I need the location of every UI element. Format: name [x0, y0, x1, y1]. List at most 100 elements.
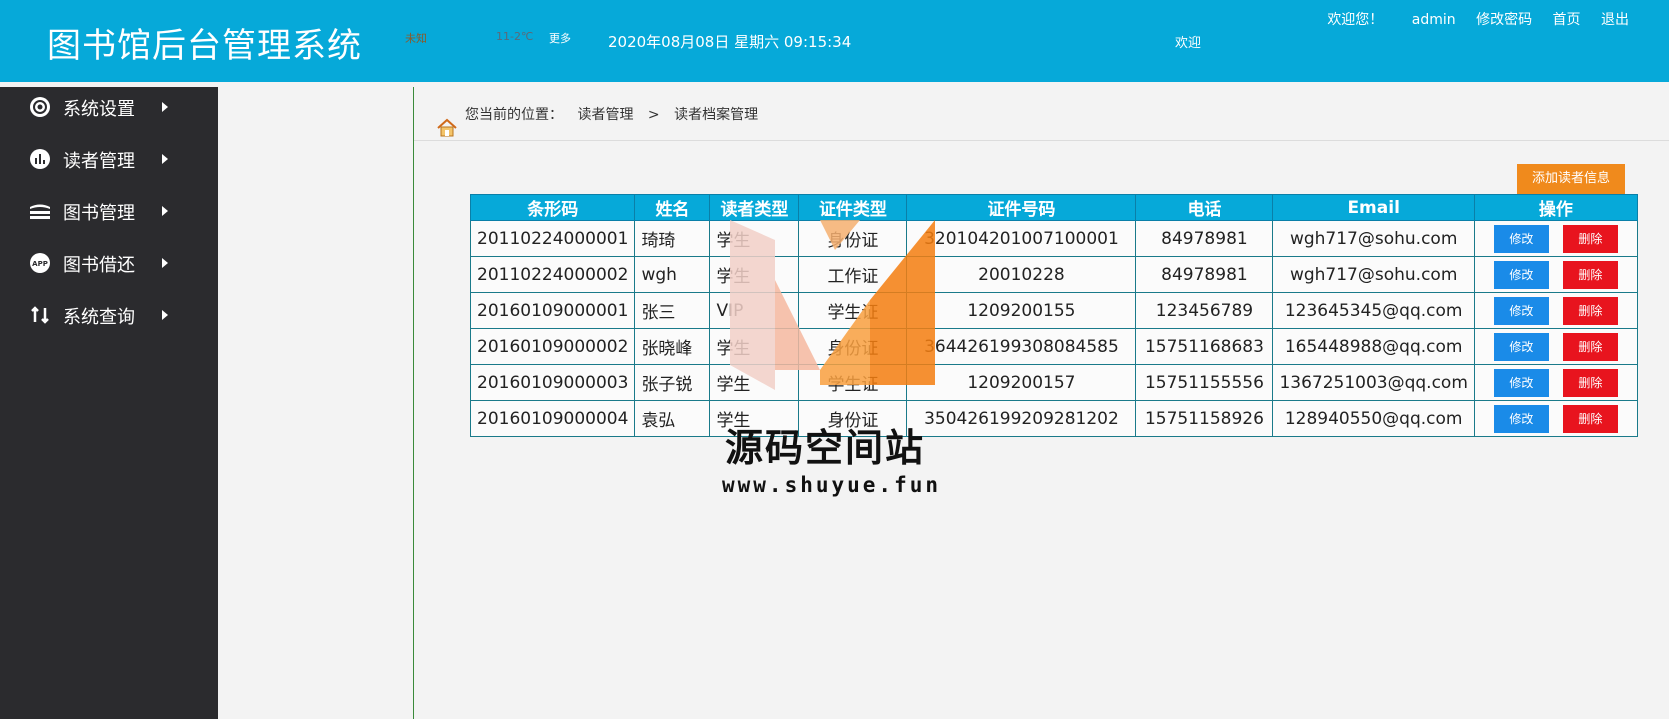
table-cell: 15751168683 [1135, 328, 1274, 365]
current-datetime: 2020年08月08日 星期六 09:15:34 [608, 33, 852, 51]
table-header-row: 条形码 姓名 读者类型 证件类型 证件号码 电话 Email 操作 [469, 194, 1638, 221]
sidebar-item-label: 图书管理 [63, 203, 135, 224]
edit-button[interactable]: 修改 [1493, 404, 1549, 433]
app-icon: APP [30, 253, 50, 273]
table-cell: 364426199308084585 [906, 328, 1137, 365]
table-cell-actions: 修改 删除 [1473, 292, 1638, 329]
table-cell: 123645345@qq.com [1272, 292, 1475, 329]
caret-right-icon [162, 102, 168, 112]
table-row: 20160109000004 袁弘 学生 身份证 350426199209281202 1… [469, 400, 1638, 437]
edit-button[interactable]: 修改 [1493, 224, 1549, 253]
table-cell-actions: 修改 删除 [1473, 364, 1638, 401]
caret-right-icon [162, 206, 168, 216]
weather-status: 未知 [405, 32, 427, 45]
table-cell: 15751158926 [1135, 400, 1274, 437]
table-cell: wgh [634, 256, 711, 293]
sidebar-item-book-management[interactable]: 图书管理 [0, 191, 218, 231]
column-header: Email [1272, 194, 1475, 221]
column-header: 证件类型 [798, 194, 908, 221]
header-mid-text: 欢迎 [1175, 36, 1202, 51]
delete-button[interactable]: 删除 [1562, 332, 1618, 361]
table-cell: 1209200157 [906, 364, 1137, 401]
table-cell-actions: 修改 删除 [1473, 328, 1638, 365]
table-cell: 320104201007100001 [906, 220, 1137, 257]
user-link[interactable]: admin [1412, 12, 1456, 28]
table-cell: 84978981 [1135, 220, 1274, 257]
table-row: 20160109000003张子锐学生学生证120920015715751155… [469, 364, 1638, 401]
table-cell: 袁弘 [634, 400, 711, 437]
table-row: 20110224000002wgh学生工作证2001022884978981wg… [469, 256, 1638, 293]
sidebar-item-system-query[interactable]: 系统查询 [0, 295, 218, 335]
chart-icon [30, 149, 50, 169]
stack-icon [30, 204, 50, 219]
home-icon [437, 118, 457, 137]
caret-right-icon [162, 154, 168, 164]
edit-button[interactable]: 修改 [1493, 296, 1549, 325]
table-cell-actions: 修改 删除 [1473, 220, 1638, 257]
sidebar-item-label: 读者管理 [63, 151, 135, 172]
sidebar-item-label: 系统查询 [63, 307, 135, 328]
delete-button[interactable]: 删除 [1562, 224, 1618, 253]
delete-button[interactable]: 删除 [1562, 296, 1618, 325]
sidebar-item-label: 系统设置 [63, 99, 135, 120]
column-header: 读者类型 [709, 194, 800, 221]
svg-text:APP: APP [32, 260, 48, 268]
home-link[interactable]: 首页 [1553, 12, 1581, 28]
change-password-link[interactable]: 修改密码 [1476, 12, 1532, 28]
breadcrumb-separator: > [647, 107, 660, 123]
column-header: 电话 [1135, 194, 1274, 221]
logout-link[interactable]: 退出 [1601, 12, 1629, 28]
breadcrumb: 您当前的位置： 读者管理 > 读者档案管理 [465, 104, 768, 124]
column-header: 姓名 [634, 194, 711, 221]
breadcrumb-level2: 读者档案管理 [674, 107, 759, 123]
caret-right-icon [162, 258, 168, 268]
welcome-text: 欢迎您！ [1327, 12, 1384, 28]
gear-icon [30, 97, 50, 117]
table-cell: 165448988@qq.com [1272, 328, 1475, 365]
table-cell: 20160109000001 [469, 292, 636, 329]
column-header: 操作 [1473, 194, 1638, 221]
table-cell: 20160109000004 [469, 400, 636, 437]
sidebar-item-system-settings[interactable]: 系统设置 [0, 87, 218, 127]
table-row: 20160109000001 张三 VIP 学生证 1209200155 12345678… [469, 292, 1638, 329]
table-row: 20110224000001琦琦学生身份证3201042010071000018… [469, 220, 1638, 257]
table-cell-actions: 修改 删除 [1473, 256, 1638, 293]
table-cell: 84978981 [1135, 256, 1274, 293]
edit-button[interactable]: 修改 [1493, 260, 1549, 289]
edit-button[interactable]: 修改 [1493, 332, 1549, 361]
delete-button[interactable]: 删除 [1562, 404, 1618, 433]
sidebar-item-book-borrow-return[interactable]: APP 图书借还 [0, 243, 218, 283]
table-cell: 20110224000002 [469, 256, 636, 293]
table-cell: 1367251003@qq.com [1272, 364, 1475, 401]
table-cell: wgh717@sohu.com [1272, 256, 1475, 293]
weather-more-link[interactable]: 更多 [549, 30, 571, 46]
edit-button[interactable]: 修改 [1493, 368, 1549, 397]
table-cell: 张三 [634, 292, 711, 329]
watermark-url: www.shuyue.fun [722, 473, 942, 497]
table-row: 20160109000002张晓峰学生身份证364426199308084585… [469, 328, 1638, 365]
delete-button[interactable]: 删除 [1562, 260, 1618, 289]
watermark-text: 源码空间站 [725, 426, 926, 470]
breadcrumb-level1[interactable]: 读者管理 [577, 107, 633, 123]
sidebar-item-label: 图书借还 [63, 255, 135, 276]
top-header: 图书馆后台管理系统 未知 11-2℃ 更多 2020年08月08日 星期六 09… [0, 0, 1669, 82]
table-cell: 20110224000001 [469, 220, 636, 257]
table-cell: 350426199209281202 [906, 400, 1137, 437]
table-cell: 128940550@qq.com [1272, 400, 1475, 437]
content-divider [413, 87, 414, 719]
watermark-logo [730, 220, 935, 390]
table-cell: 20010228 [906, 256, 1137, 293]
table-cell: 张子锐 [634, 364, 711, 401]
swap-icon [31, 306, 49, 324]
column-header: 条形码 [469, 194, 636, 221]
sidebar-item-reader-management[interactable]: 读者管理 [0, 139, 218, 179]
add-reader-button[interactable]: 添加读者信息 [1517, 164, 1625, 194]
column-header: 证件号码 [906, 194, 1137, 221]
top-nav: 欢迎您！ admin 修改密码 首页 退出 [1311, 9, 1629, 29]
table-cell: 1209200155 [906, 292, 1137, 329]
table-cell: 20160109000002 [469, 328, 636, 365]
caret-right-icon [162, 310, 168, 320]
delete-button[interactable]: 删除 [1562, 368, 1618, 397]
sidebar: 系统设置 读者管理 图书管理 APP 图书借还 系统查询 [0, 87, 218, 719]
reader-table: 条形码 姓名 读者类型 证件类型 证件号码 电话 Email 操作 201102… [469, 194, 1638, 437]
